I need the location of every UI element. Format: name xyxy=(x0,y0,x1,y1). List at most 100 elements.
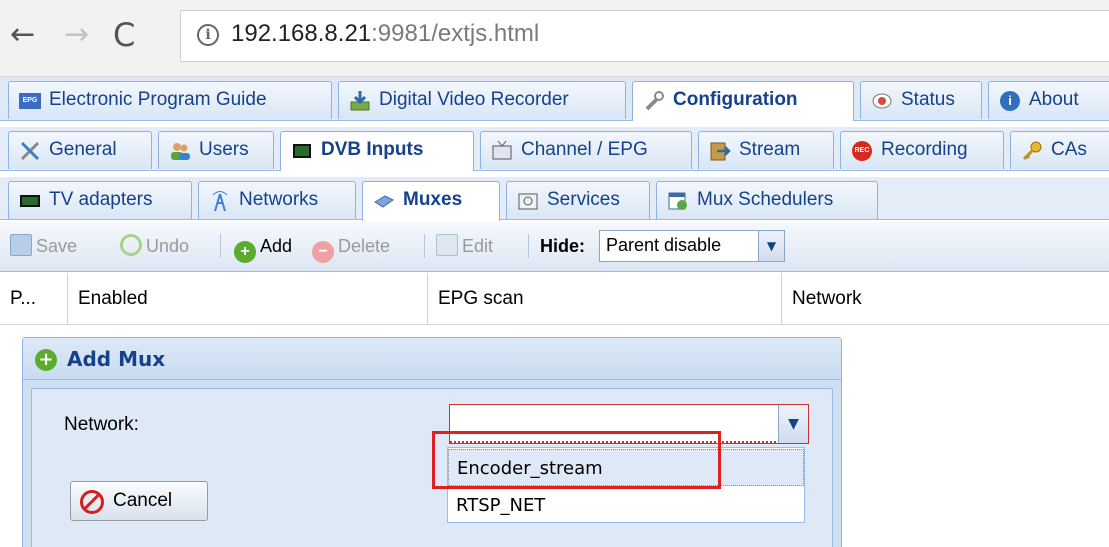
column-header[interactable]: Network xyxy=(782,273,1109,325)
mux-icon xyxy=(372,190,396,212)
tab-mux-schedulers[interactable]: Mux Schedulers xyxy=(656,181,878,219)
rec-icon: REC xyxy=(850,140,874,162)
back-arrow-icon[interactable]: ← xyxy=(10,18,35,52)
epg-icon: EPG xyxy=(18,90,42,112)
tab-label: DVB Inputs xyxy=(321,139,424,160)
hide-select-value: Parent disable xyxy=(606,235,722,255)
tab-label: General xyxy=(49,139,117,160)
toolbar-divider xyxy=(220,234,221,258)
save-label: Save xyxy=(36,236,78,256)
key-icon xyxy=(1020,140,1044,162)
stream-icon xyxy=(708,140,732,162)
tab-cas[interactable]: CAs xyxy=(1010,131,1109,169)
tab-label: Mux Schedulers xyxy=(697,189,834,210)
tools-icon xyxy=(18,140,42,162)
users-icon xyxy=(168,140,192,162)
mux-toolbar: Save Undo + Add − Delete Edit Hide: Parent… xyxy=(0,222,1109,272)
info-circle-icon: i xyxy=(998,90,1022,112)
tab-channel-epg[interactable]: Channel / EPG xyxy=(480,131,692,169)
undo-button[interactable]: Undo xyxy=(120,234,189,258)
dialog-header: + Add Mux xyxy=(23,338,841,380)
forward-arrow-icon[interactable]: → xyxy=(64,18,89,52)
dialog-title: Add Mux xyxy=(67,347,166,371)
tab-muxes[interactable]: Muxes xyxy=(362,181,500,221)
tab-label: Configuration xyxy=(673,89,798,110)
toolbar-divider xyxy=(424,234,425,258)
add-icon: + xyxy=(35,349,57,371)
tab-label: Muxes xyxy=(403,189,463,210)
url-text[interactable]: 192.168.8.21:9981/extjs.html xyxy=(231,20,539,48)
tab-label: Status xyxy=(901,89,955,110)
save-button[interactable]: Save xyxy=(10,234,77,258)
tab-users[interactable]: Users xyxy=(158,131,274,169)
url-host: 192.168.8.21 xyxy=(231,20,372,47)
undo-label: Undo xyxy=(146,236,190,256)
hide-label-text: Hide: xyxy=(540,236,585,256)
tab-label: Users xyxy=(199,139,249,160)
services-icon xyxy=(516,190,540,212)
cancel-label: Cancel xyxy=(113,490,173,511)
dvb-tab-bar: TV adapters Networks Muxes Services Mux … xyxy=(0,177,1109,221)
tab-general[interactable]: General xyxy=(8,131,152,169)
undo-icon xyxy=(120,234,142,256)
edit-button[interactable]: Edit xyxy=(436,234,493,258)
add-button[interactable]: + Add xyxy=(234,234,292,263)
highlight-annotation xyxy=(432,431,721,489)
url-path: :9981/extjs.html xyxy=(371,20,540,47)
eye-icon xyxy=(870,90,894,112)
calendar-icon xyxy=(666,190,690,212)
wrench-icon xyxy=(642,90,666,112)
tab-status[interactable]: Status xyxy=(860,81,982,119)
save-icon xyxy=(10,234,32,256)
tab-digital-video-recorder[interactable]: Digital Video Recorder xyxy=(338,81,626,119)
dropdown-option-rtsp-net[interactable]: RTSP_NET xyxy=(448,487,804,524)
tab-about[interactable]: i About xyxy=(988,81,1109,119)
address-bar[interactable]: i 192.168.8.21:9981/extjs.html xyxy=(180,10,1109,62)
download-icon xyxy=(348,90,372,112)
main-tab-bar: EPG Electronic Program Guide Digital Vid… xyxy=(0,77,1109,121)
column-header[interactable]: Enabled xyxy=(68,273,428,325)
tab-label: CAs xyxy=(1051,139,1087,160)
add-icon: + xyxy=(234,241,256,263)
adapter-icon xyxy=(18,190,42,212)
edit-label: Edit xyxy=(462,236,494,256)
delete-button[interactable]: − Delete xyxy=(312,234,390,263)
tab-label: Digital Video Recorder xyxy=(379,89,569,110)
cancel-icon xyxy=(80,490,104,514)
network-label: Network: xyxy=(64,414,139,435)
tab-label: Channel / EPG xyxy=(521,139,648,160)
hide-label: Hide: xyxy=(540,234,585,258)
info-icon[interactable]: i xyxy=(197,24,219,46)
hide-select[interactable]: Parent disable ▼ xyxy=(599,230,785,262)
antenna-icon xyxy=(208,190,232,212)
tab-label: Recording xyxy=(881,139,968,160)
tv-icon xyxy=(490,140,514,162)
toolbar-divider xyxy=(528,234,529,258)
tab-label: Services xyxy=(547,189,620,210)
tab-dvb-inputs[interactable]: DVB Inputs xyxy=(280,131,474,171)
tab-label: Stream xyxy=(739,139,801,160)
tab-services[interactable]: Services xyxy=(506,181,650,219)
reload-icon[interactable]: C xyxy=(113,18,135,52)
column-header[interactable]: EPG scan xyxy=(428,273,782,325)
chevron-down-icon[interactable]: ▼ xyxy=(758,231,784,261)
delete-icon: − xyxy=(312,241,334,263)
browser-toolbar: ← → C i 192.168.8.21:9981/extjs.html xyxy=(0,0,1109,77)
tab-configuration[interactable]: Configuration xyxy=(632,81,854,121)
tab-recording[interactable]: REC Recording xyxy=(840,131,1004,169)
column-header[interactable]: P... xyxy=(0,273,68,325)
edit-icon xyxy=(436,234,458,256)
tab-label: TV adapters xyxy=(49,189,153,210)
config-tab-bar: General Users DVB Inputs Channel / EPG S… xyxy=(0,127,1109,171)
tab-label: Electronic Program Guide xyxy=(49,89,267,110)
tab-label: About xyxy=(1029,89,1079,110)
delete-label: Delete xyxy=(338,236,391,256)
chevron-down-icon[interactable]: ▼ xyxy=(778,405,808,443)
tab-networks[interactable]: Networks xyxy=(198,181,356,219)
add-label: Add xyxy=(260,236,293,256)
grid-header: P... Enabled EPG scan Network xyxy=(0,273,1109,325)
cancel-button[interactable]: Cancel xyxy=(70,481,208,521)
tab-stream[interactable]: Stream xyxy=(698,131,834,169)
tab-electronic-program-guide[interactable]: EPG Electronic Program Guide xyxy=(8,81,332,119)
tab-tv-adapters[interactable]: TV adapters xyxy=(8,181,192,219)
